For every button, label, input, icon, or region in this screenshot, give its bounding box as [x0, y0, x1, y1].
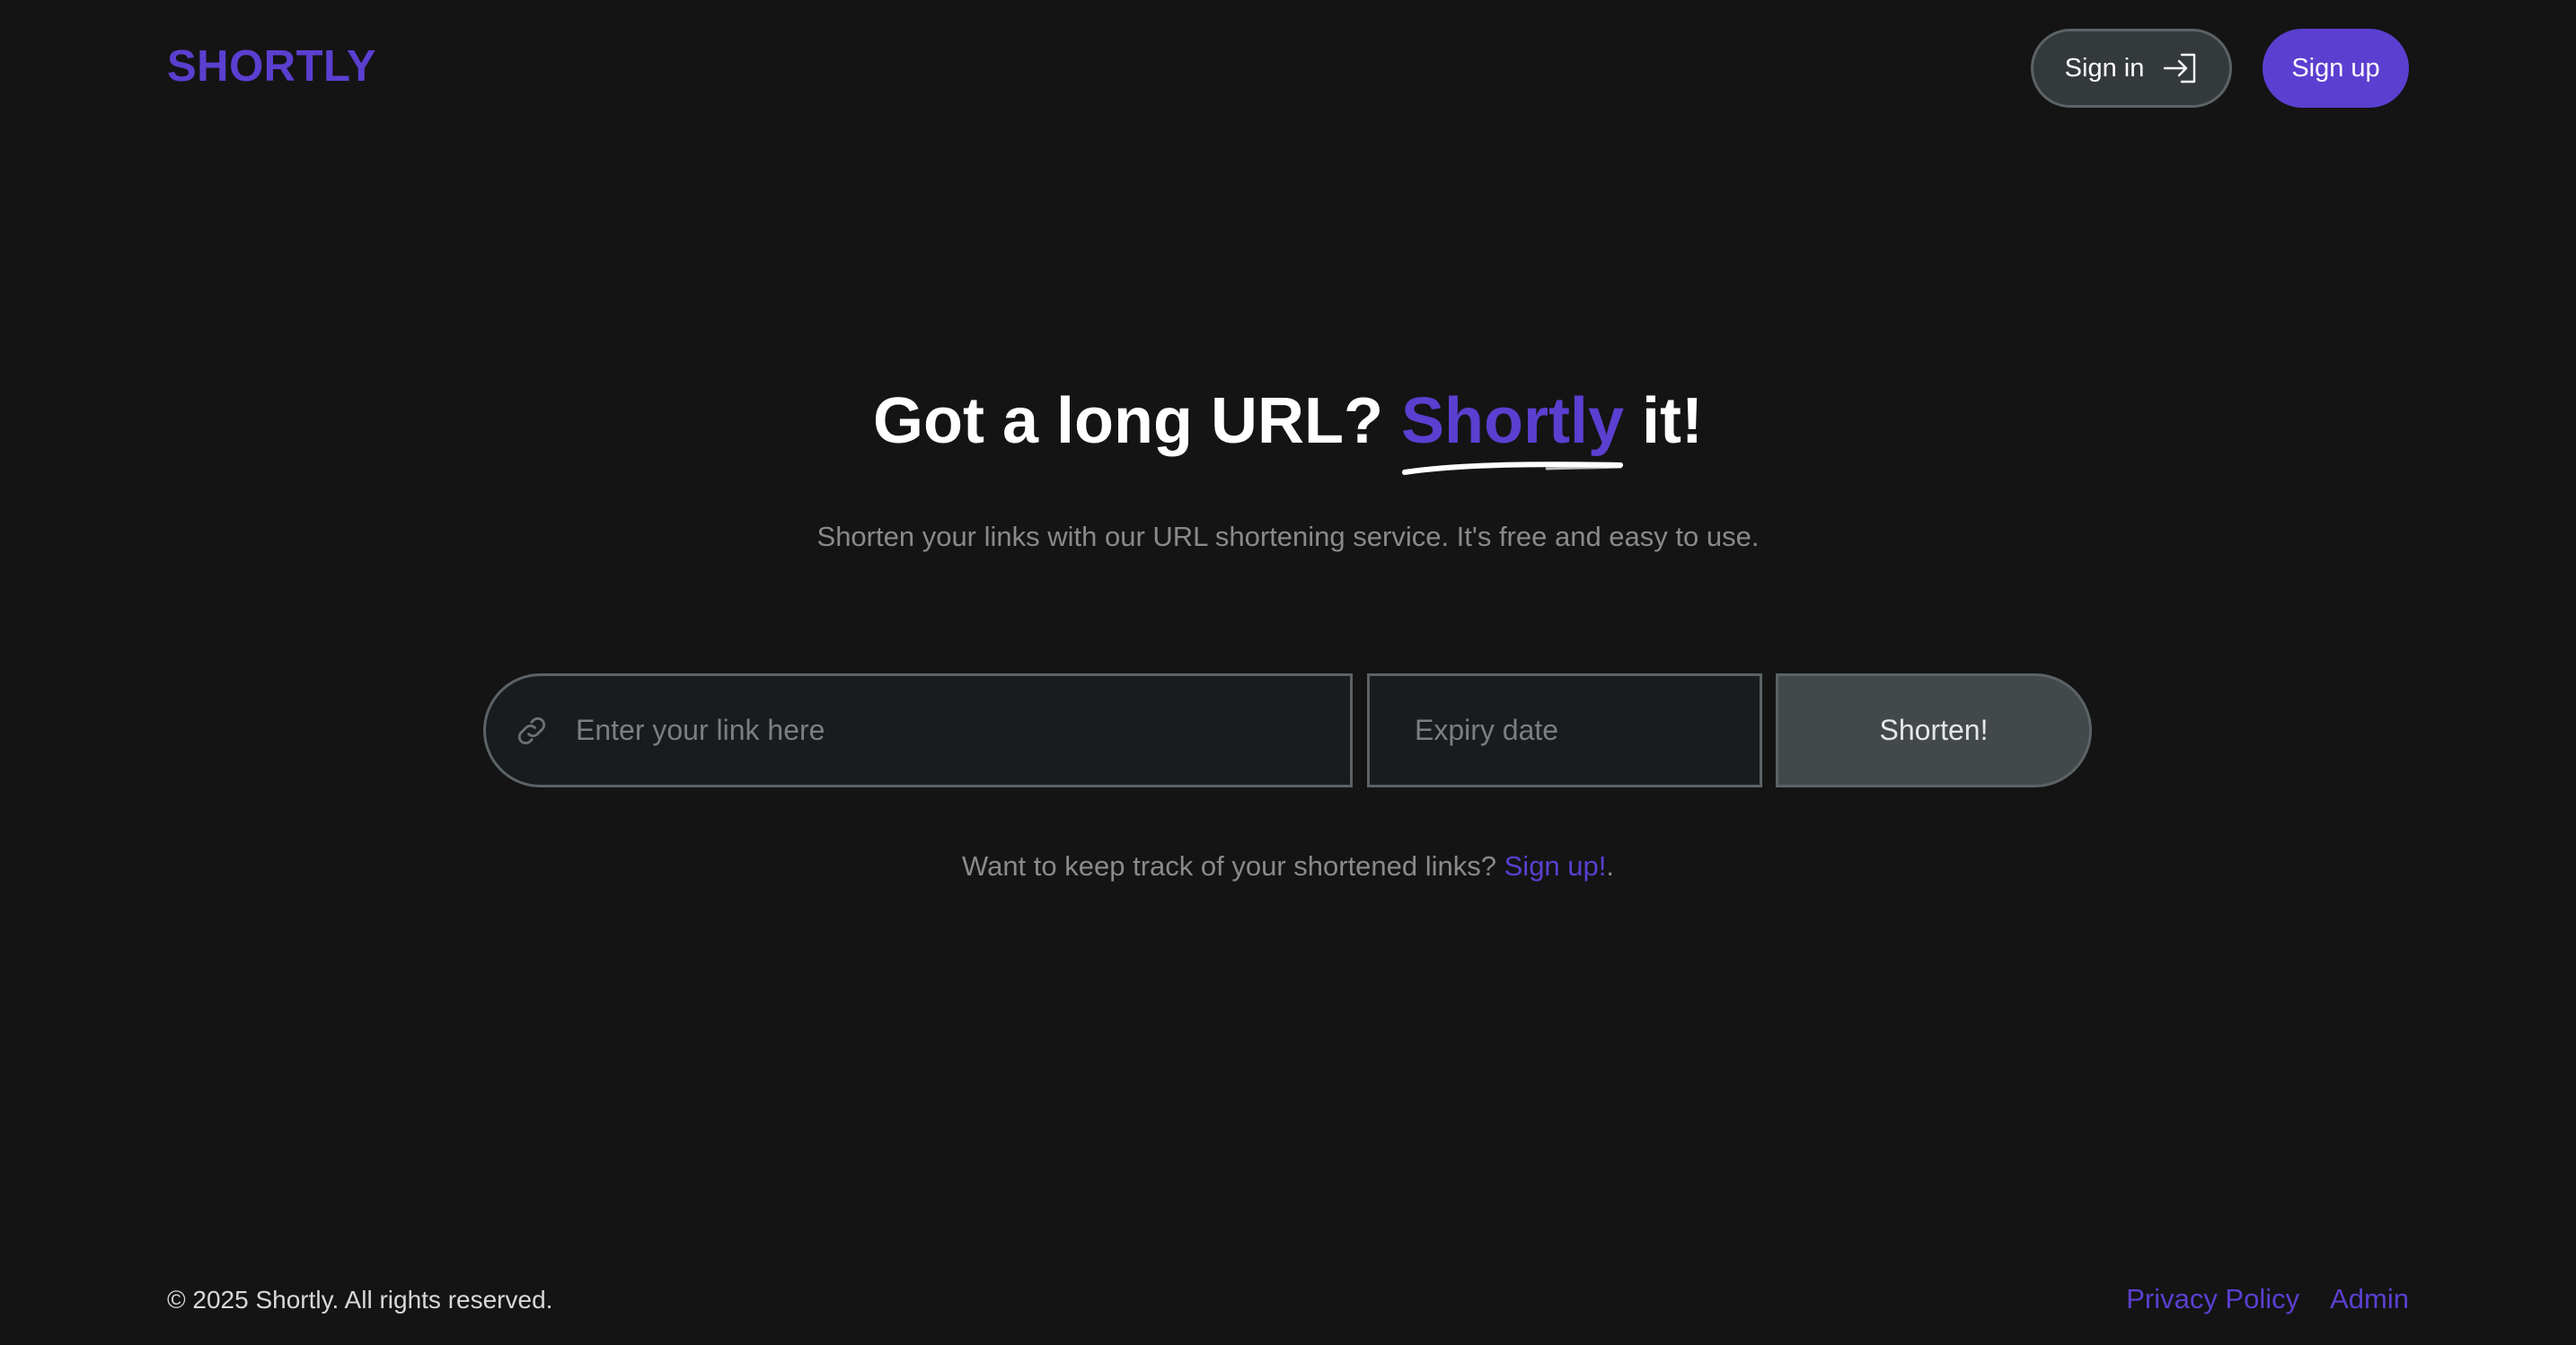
- link-input-container[interactable]: [483, 673, 1353, 787]
- hero-title: Got a long URL? Shortly it!: [0, 384, 2576, 475]
- signup-prompt-link[interactable]: Sign up!: [1504, 850, 1607, 882]
- link-chain-icon: [517, 716, 546, 744]
- logo[interactable]: SHORTLY: [167, 41, 376, 92]
- admin-link[interactable]: Admin: [2330, 1283, 2409, 1315]
- shorten-button[interactable]: Shorten!: [1776, 673, 2092, 787]
- sign-up-button[interactable]: Sign up: [2263, 29, 2409, 108]
- login-arrow-icon: [2164, 53, 2196, 84]
- footer-links: Privacy Policy Admin: [2126, 1283, 2409, 1315]
- brush-underline-decoration: [1401, 462, 1624, 475]
- signup-prompt: Want to keep track of your shortened lin…: [0, 850, 2576, 883]
- footer-copyright: © 2025 Shortly. All rights reserved.: [167, 1286, 553, 1314]
- expiry-date-input[interactable]: [1413, 675, 1794, 786]
- privacy-policy-link[interactable]: Privacy Policy: [2126, 1283, 2299, 1315]
- expiry-date-container[interactable]: 31: [1367, 673, 1794, 787]
- hero-title-brand: Shortly: [1400, 384, 1624, 475]
- hero-title-start: Got a long URL?: [873, 385, 1401, 457]
- hero-subtitle: Shorten your links with our URL shorteni…: [816, 521, 1760, 552]
- sign-in-button[interactable]: Sign in: [2031, 29, 2232, 108]
- sign-in-label: Sign in: [2064, 53, 2145, 83]
- link-input[interactable]: [574, 675, 1350, 786]
- hero-title-end: it!: [1623, 385, 1703, 457]
- signup-prompt-suffix: .: [1606, 850, 1615, 882]
- signup-prompt-text: Want to keep track of your shortened lin…: [961, 850, 1504, 882]
- hero-title-brand-text: Shortly: [1400, 385, 1624, 457]
